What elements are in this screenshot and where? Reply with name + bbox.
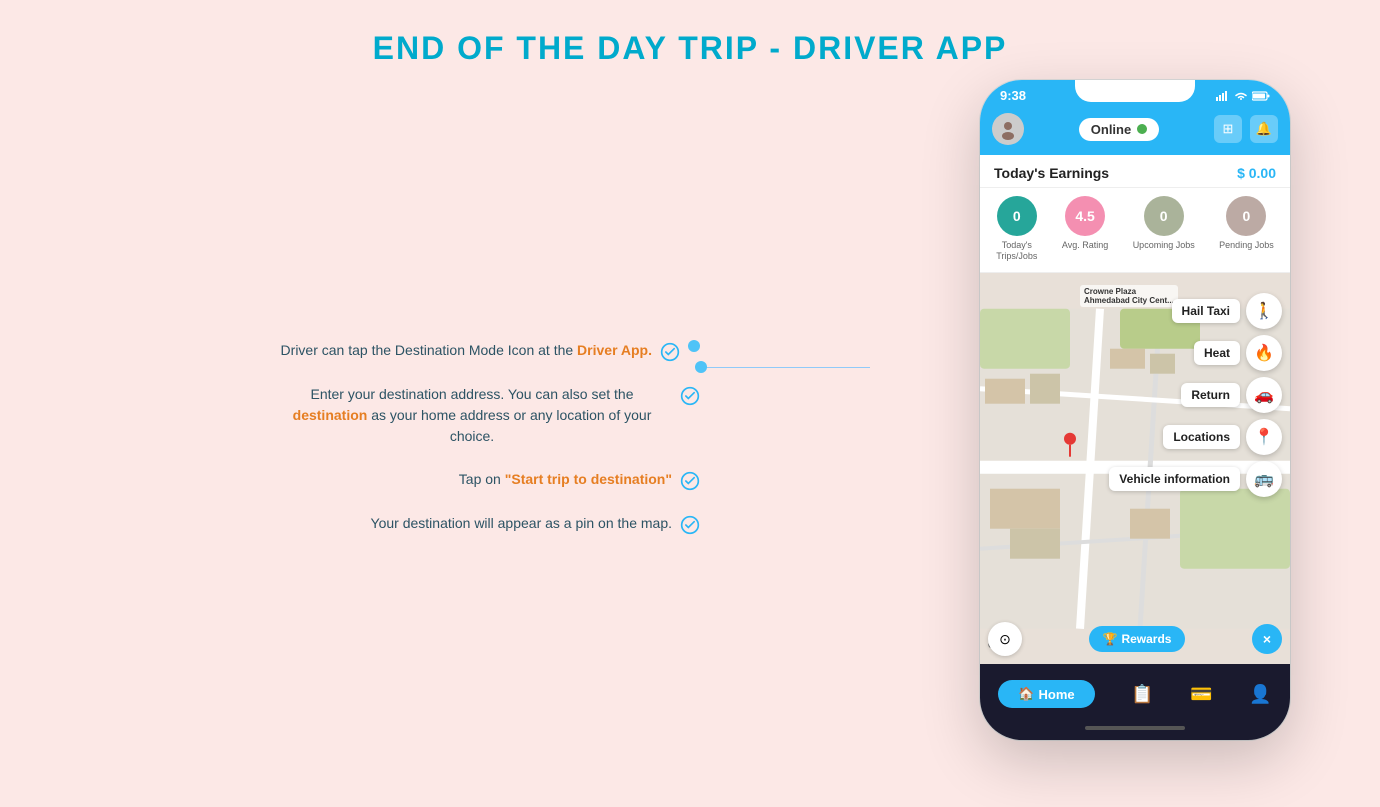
vehicle-info-row[interactable]: Vehicle information 🚌 xyxy=(1109,461,1282,497)
stats-row: 0 Today'sTrips/Jobs 4.5 Avg. Rating 0 Up… xyxy=(980,188,1290,273)
phone-notch xyxy=(1075,80,1195,102)
stat-circle-upcoming: 0 xyxy=(1144,196,1184,236)
top-bar-icons: ⊞ 🔔 xyxy=(1214,115,1278,143)
signal-icon xyxy=(1216,91,1230,101)
heat-btn[interactable]: 🔥 xyxy=(1246,335,1282,371)
earnings-label: Today's Earnings xyxy=(994,165,1109,181)
check-icon-4 xyxy=(680,515,700,535)
connector-dot xyxy=(695,361,707,373)
profile-icon: 👤 xyxy=(1249,684,1271,705)
stat-label-pending: Pending Jobs xyxy=(1219,240,1274,251)
stat-label-rating: Avg. Rating xyxy=(1062,240,1108,251)
instructions-panel: Driver can tap the Destination Mode Icon… xyxy=(60,340,700,557)
hail-taxi-label[interactable]: Hail Taxi xyxy=(1172,299,1240,323)
stat-label-trips: Today'sTrips/Jobs xyxy=(996,240,1037,262)
earnings-bar: Today's Earnings $ 0.00 xyxy=(980,155,1290,188)
stat-circle-trips: 0 xyxy=(997,196,1037,236)
instruction-item-1: Driver can tap the Destination Mode Icon… xyxy=(60,340,700,362)
rewards-label: Rewards xyxy=(1121,632,1171,646)
battery-icon xyxy=(1252,91,1270,101)
avatar[interactable] xyxy=(992,113,1024,145)
online-dot xyxy=(1137,124,1147,134)
stat-trips: 0 Today'sTrips/Jobs xyxy=(996,196,1037,262)
rewards-icon: 🏆 xyxy=(1103,632,1118,646)
stat-circle-rating: 4.5 xyxy=(1065,196,1105,236)
phone-device: 9:38 xyxy=(980,80,1290,740)
nav-list-btn[interactable]: 📋 xyxy=(1131,684,1153,705)
check-icon-3 xyxy=(680,471,700,491)
heat-row[interactable]: Heat 🔥 xyxy=(1194,335,1282,371)
home-indicator xyxy=(980,720,1290,740)
return-label[interactable]: Return xyxy=(1181,383,1240,407)
dot-connector-1 xyxy=(688,340,700,352)
instruction-item-2: Enter your destination address. You can … xyxy=(60,384,700,447)
instruction-text-1: Driver can tap the Destination Mode Icon… xyxy=(281,340,652,361)
vehicle-info-label[interactable]: Vehicle information xyxy=(1109,467,1240,491)
vehicle-info-btn[interactable]: 🚌 xyxy=(1246,461,1282,497)
heat-label[interactable]: Heat xyxy=(1194,341,1240,365)
instruction-item-4: Your destination will appear as a pin on… xyxy=(60,513,700,535)
connector-line xyxy=(700,367,870,368)
page-title: END OF THE DAY TRIP - DRIVER APP xyxy=(0,0,1380,67)
nav-profile-btn[interactable]: 👤 xyxy=(1249,684,1271,705)
home-label: Home xyxy=(1038,687,1074,702)
locate-btn[interactable]: ⊙ xyxy=(988,622,1022,656)
grid-icon[interactable]: ⊞ xyxy=(1214,115,1242,143)
wallet-icon: 💳 xyxy=(1190,684,1212,705)
return-row[interactable]: Return 🚗 xyxy=(1181,377,1282,413)
locations-btn[interactable]: 📍 xyxy=(1246,419,1282,455)
bell-icon[interactable]: 🔔 xyxy=(1250,115,1278,143)
online-toggle[interactable]: Online xyxy=(1079,118,1159,141)
locations-label[interactable]: Locations xyxy=(1163,425,1240,449)
list-icon: 📋 xyxy=(1131,684,1153,705)
earnings-amount: $ 0.00 xyxy=(1237,165,1276,181)
status-time: 9:38 xyxy=(1000,88,1026,103)
map-area[interactable]: Crowne PlazaAhmedabad City Cent... Hail … xyxy=(980,273,1290,664)
return-btn[interactable]: 🚗 xyxy=(1246,377,1282,413)
instruction-item-3: Tap on "Start trip to destination" xyxy=(60,469,700,491)
home-bar xyxy=(1085,726,1185,730)
check-icon-1 xyxy=(660,342,680,362)
stat-upcoming: 0 Upcoming Jobs xyxy=(1133,196,1195,262)
nav-wallet-btn[interactable]: 💳 xyxy=(1190,684,1212,705)
status-icons xyxy=(1216,91,1270,101)
online-label: Online xyxy=(1091,122,1131,137)
close-btn[interactable]: × xyxy=(1252,624,1282,654)
hail-taxi-btn[interactable]: 🚶 xyxy=(1246,293,1282,329)
stat-rating: 4.5 Avg. Rating xyxy=(1062,196,1108,262)
check-icon-2 xyxy=(680,386,700,406)
wifi-icon xyxy=(1234,91,1248,101)
top-bar: Online ⊞ 🔔 xyxy=(980,107,1290,155)
rewards-btn[interactable]: 🏆 Rewards xyxy=(1089,626,1186,652)
instruction-text-2: Enter your destination address. You can … xyxy=(272,384,672,447)
locations-row[interactable]: Locations 📍 xyxy=(1163,419,1282,455)
hail-taxi-row[interactable]: Hail Taxi 🚶 xyxy=(1172,293,1282,329)
instruction-text-4: Your destination will appear as a pin on… xyxy=(371,513,672,534)
map-bottom-actions: ⊙ 🏆 Rewards × xyxy=(980,622,1290,656)
stat-circle-pending: 0 xyxy=(1226,196,1266,236)
stat-label-upcoming: Upcoming Jobs xyxy=(1133,240,1195,251)
nav-home-btn[interactable]: 🏠 Home xyxy=(998,680,1094,708)
stat-pending: 0 Pending Jobs xyxy=(1219,196,1274,262)
map-buttons: Hail Taxi 🚶 Heat 🔥 Return 🚗 Locations 📍 … xyxy=(1109,293,1282,497)
home-icon: 🏠 xyxy=(1018,686,1034,702)
instruction-text-3: Tap on "Start trip to destination" xyxy=(459,469,672,490)
bottom-nav: 🏠 Home 📋 💳 👤 xyxy=(980,664,1290,720)
